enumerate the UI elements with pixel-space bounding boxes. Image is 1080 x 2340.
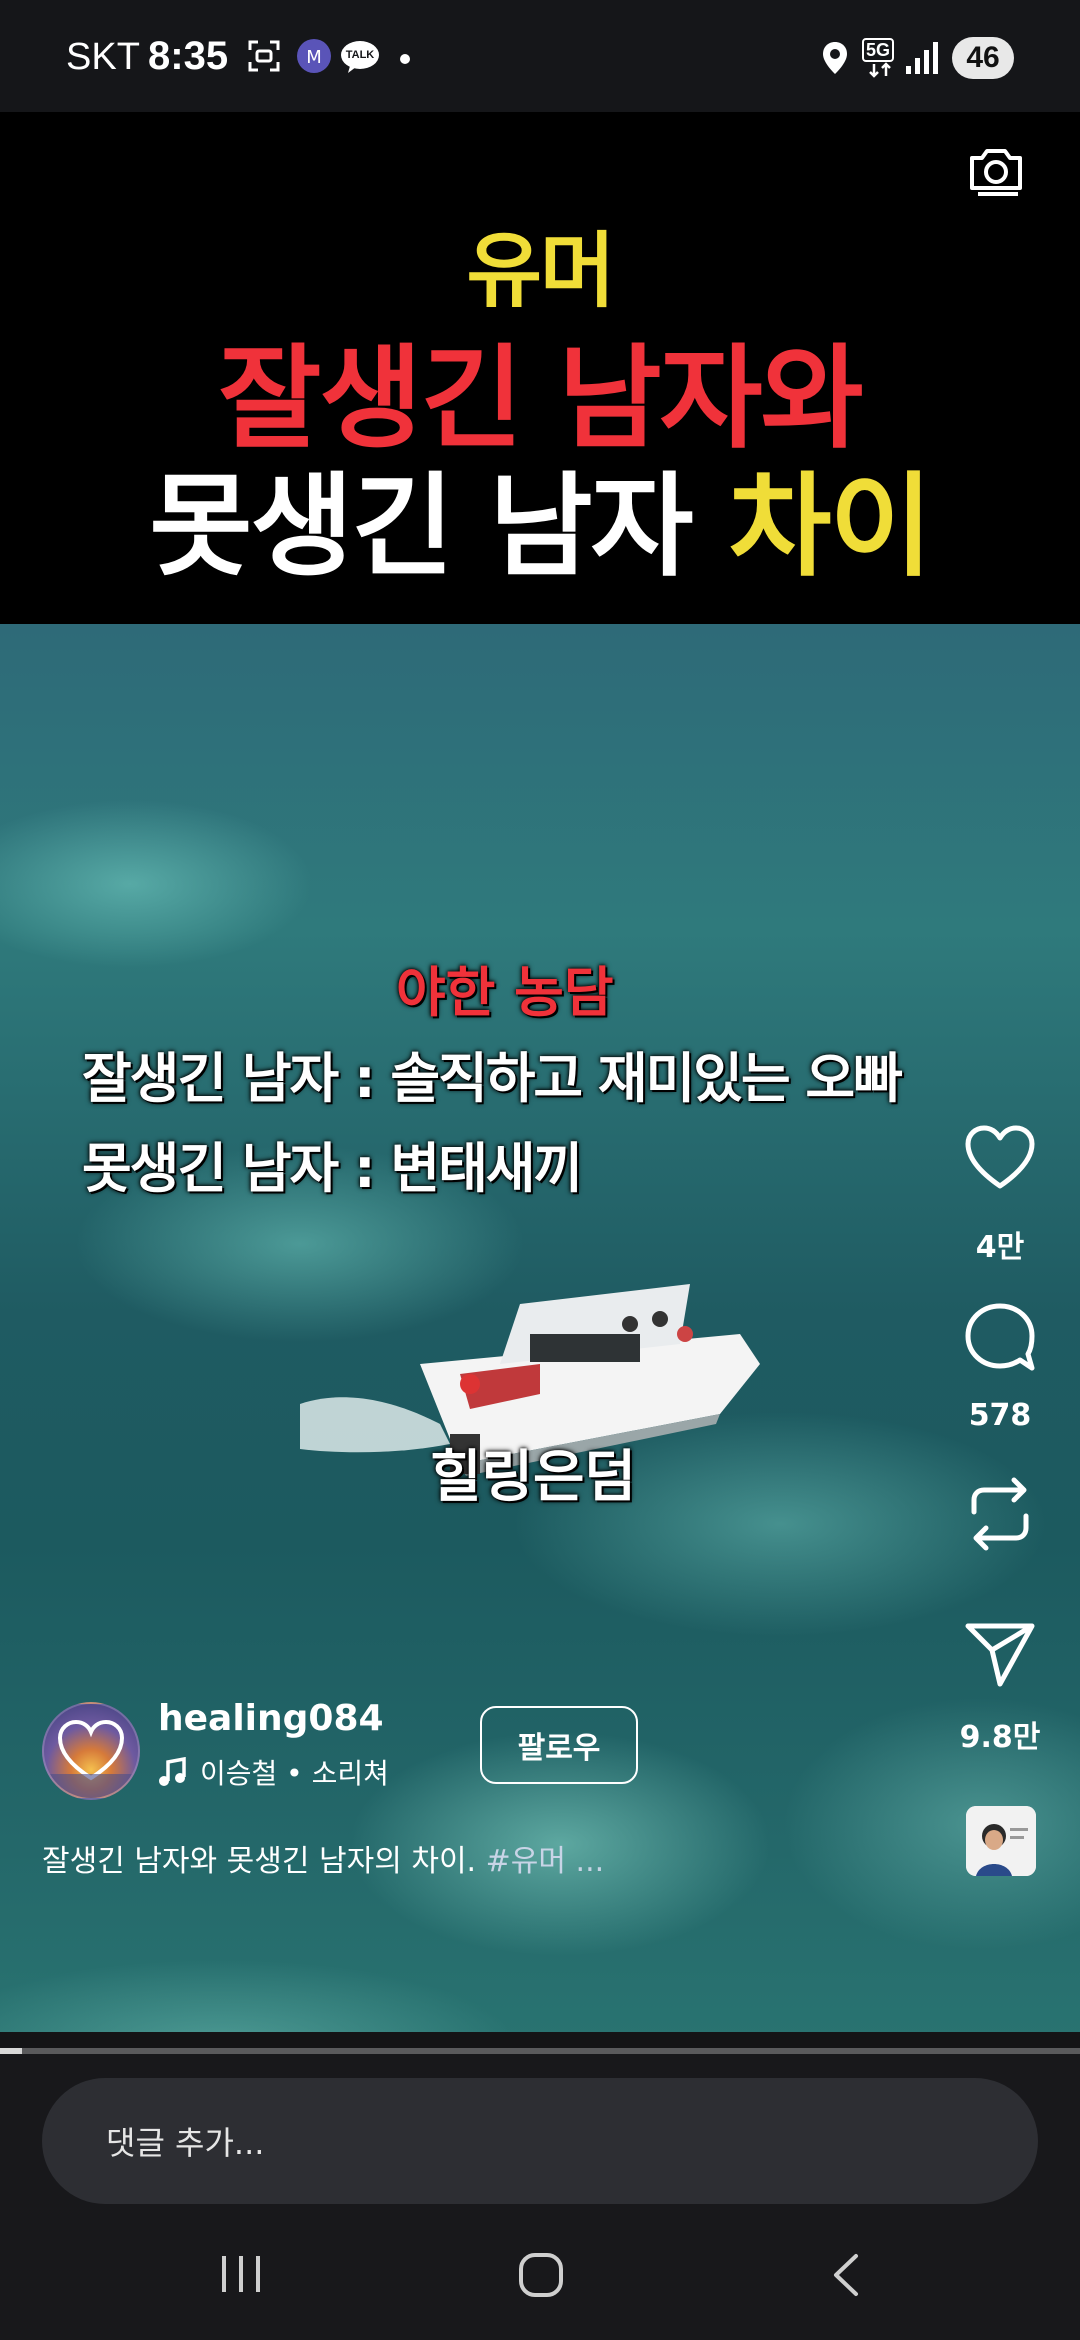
status-time: 8:35 bbox=[148, 34, 229, 78]
home-icon bbox=[519, 2253, 563, 2297]
like-count: 4만 bbox=[975, 1230, 1025, 1265]
overlay-line2: 못생긴 남자 : 변태새끼 bbox=[82, 1137, 583, 1200]
reel-description[interactable]: 잘생긴 남자와 못생긴 남자의 차이. #유머 ... bbox=[42, 1836, 604, 1880]
carrier-label: SKT bbox=[66, 36, 140, 78]
battery-indicator: 46 bbox=[952, 37, 1014, 79]
screenshot-icon bbox=[246, 38, 282, 79]
music-note-icon bbox=[159, 1757, 186, 1786]
recent-apps-button[interactable] bbox=[218, 2252, 264, 2300]
follow-button[interactable]: 팔로우 bbox=[480, 1706, 638, 1784]
video-title-line3-yellow: 차이 bbox=[728, 462, 933, 592]
music-info[interactable]: 이승철 • 소리쳐 bbox=[158, 1752, 389, 1792]
description-text: 잘생긴 남자와 못생긴 남자의 차이. bbox=[42, 1844, 477, 1879]
heart-sunset-avatar-image bbox=[44, 1719, 138, 1798]
overlay-line1: 잘생긴 남자 : 솔직하고 재미있는 오빠 bbox=[82, 1047, 903, 1110]
video-title-line3: 못생긴 남자 차이 bbox=[0, 436, 1080, 598]
data-arrows-icon bbox=[868, 62, 892, 83]
status-bar: SKT 8:35 M TALK 5G 46 bbox=[0, 0, 1080, 112]
svg-text:M: M bbox=[306, 47, 322, 68]
audio-thumbnail[interactable] bbox=[966, 1806, 1036, 1876]
location-icon bbox=[820, 40, 850, 81]
camera-icon[interactable] bbox=[964, 138, 1028, 202]
remix-button[interactable] bbox=[960, 1476, 1040, 1556]
repost-icon bbox=[971, 1477, 1029, 1551]
more-notifications-dot bbox=[400, 54, 410, 64]
app-notification-icon: M bbox=[296, 38, 332, 79]
description-hashtag[interactable]: #유머 bbox=[486, 1844, 566, 1879]
audio-thumbnail-image bbox=[966, 1806, 1036, 1876]
messenger-badge-label: TALK bbox=[345, 49, 375, 61]
home-button[interactable] bbox=[518, 2252, 564, 2302]
video-title-band: 유머 잘생긴 남자와 못생긴 남자 차이 bbox=[0, 112, 1080, 624]
video-title-line3-white: 못생긴 남자 bbox=[149, 462, 693, 592]
music-label: 이승철 • 소리쳐 bbox=[200, 1757, 389, 1790]
comment-placeholder: 댓글 추가... bbox=[106, 2124, 265, 2162]
description-more[interactable]: ... bbox=[576, 1844, 605, 1879]
share-button[interactable] bbox=[960, 1620, 1040, 1692]
heart-icon bbox=[965, 1125, 1035, 1189]
like-button[interactable] bbox=[960, 1124, 1040, 1194]
network-type-label: 5G bbox=[862, 38, 895, 62]
author-username[interactable]: healing084 bbox=[158, 1698, 384, 1739]
comment-input[interactable]: 댓글 추가... bbox=[42, 2078, 1038, 2204]
send-icon bbox=[965, 1623, 1035, 1687]
back-button[interactable] bbox=[830, 2252, 862, 2302]
comment-button[interactable] bbox=[960, 1302, 1040, 1378]
watermark-label: 힐링은덤 bbox=[430, 1445, 637, 1510]
comment-count: 578 bbox=[968, 1398, 1032, 1433]
recent-apps-icon bbox=[222, 2256, 260, 2292]
share-count: 9.8만 bbox=[959, 1720, 1041, 1755]
overlay-heading: 야한 농담 bbox=[396, 961, 614, 1024]
comment-icon bbox=[965, 1303, 1035, 1371]
video-title-line1: 유머 bbox=[466, 224, 616, 319]
signal-icon bbox=[904, 40, 940, 81]
back-chevron-icon bbox=[834, 2254, 858, 2296]
author-avatar[interactable] bbox=[42, 1702, 140, 1800]
